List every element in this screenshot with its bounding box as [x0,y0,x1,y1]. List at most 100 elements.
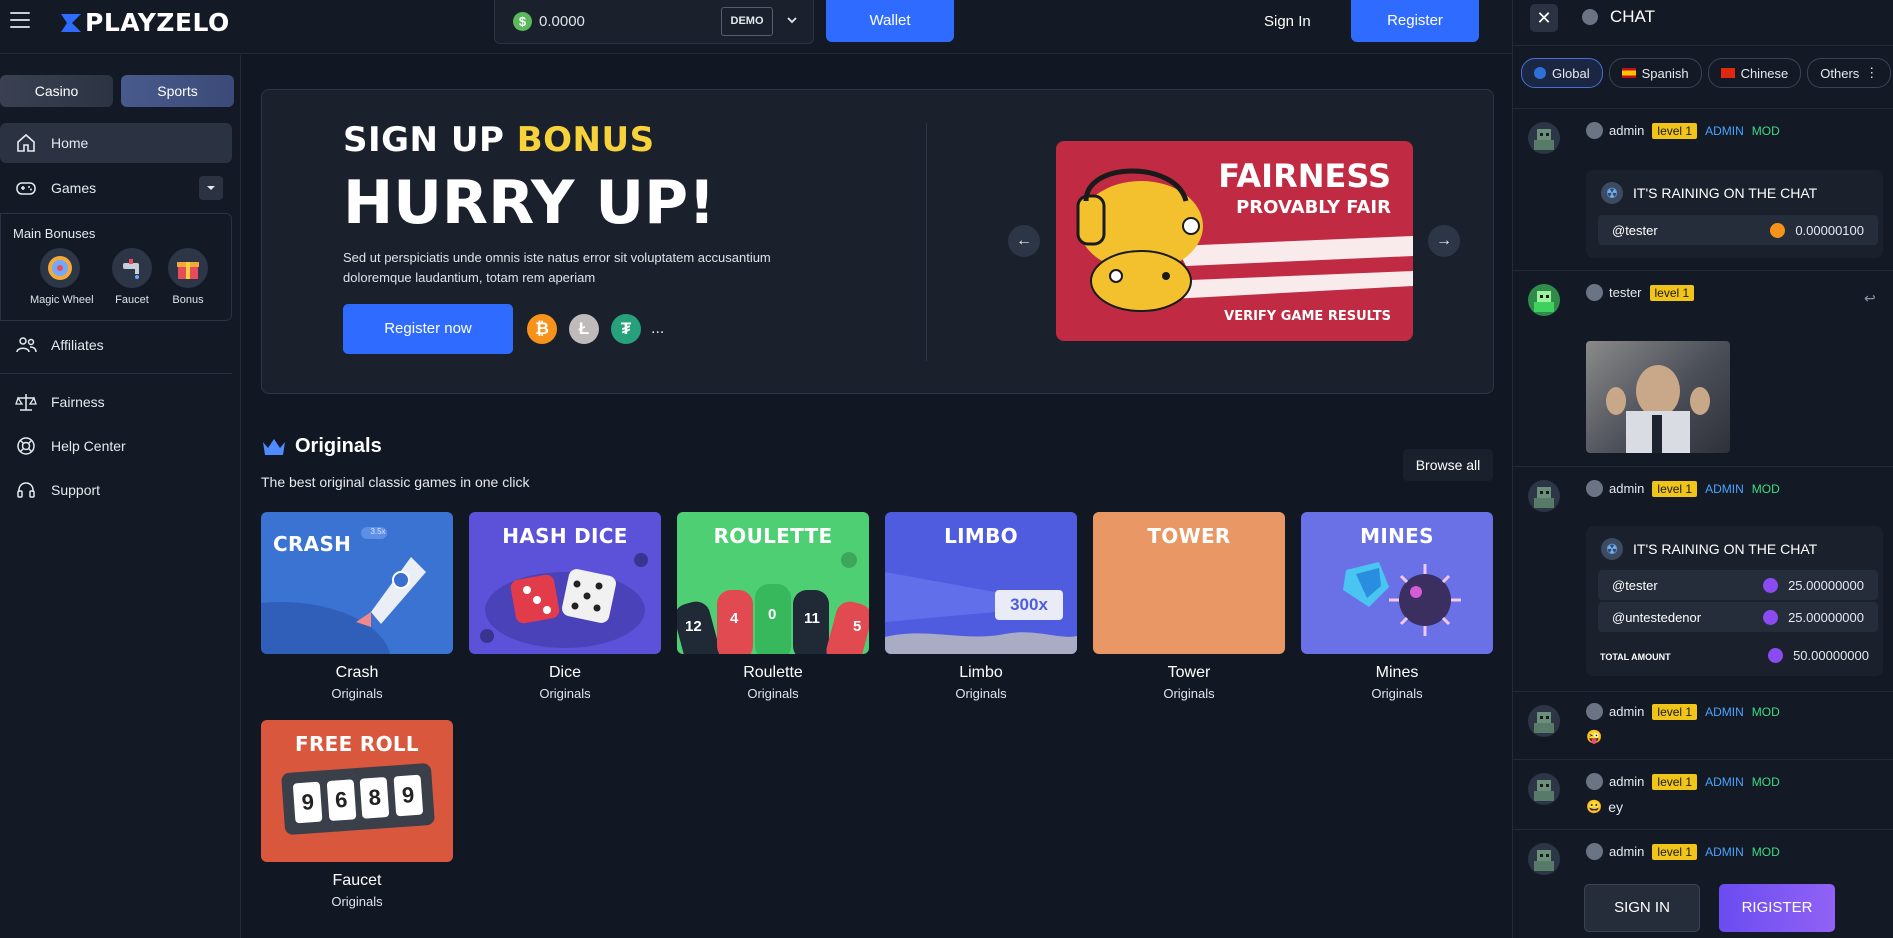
avatar[interactable] [1528,705,1560,737]
register-now-button[interactable]: Register now [343,304,513,354]
user-badge-icon [1586,480,1603,497]
more-currencies: ... [651,320,665,337]
emoji: 😜 [1586,729,1603,744]
amount-value: 50.00000000 [1793,648,1869,663]
game-card-dice[interactable]: HASH DICE Dice Originals [469,512,661,701]
bonus-faucet[interactable]: Faucet [102,248,162,306]
mod-badge: MOD [1751,844,1780,859]
litecoin-icon: Ł [569,314,599,344]
chevron-down-icon[interactable] [785,13,799,27]
scales-icon [15,391,37,413]
game-name: Tower [1167,664,1211,681]
sidebar-item-support[interactable]: Support [0,470,232,510]
sidebar-item-home[interactable]: Home [0,123,232,163]
level-badge: level 1 [1649,284,1695,301]
avatar[interactable] [1528,773,1560,805]
coin-icon [1763,578,1779,593]
game-thumbnail: CRASH 3.5x [261,512,453,654]
mod-badge: MOD [1751,774,1780,789]
rain-user[interactable]: @tester [1612,223,1658,238]
tab-chinese[interactable]: Chinese [1707,58,1802,88]
game-card-tower[interactable]: TOWER Tower Originals [1093,512,1285,701]
bonus-gift[interactable]: Bonus [158,248,218,306]
chat-sign-in-button[interactable]: SIGN IN [1584,884,1700,932]
originals-subtitle: The best original classic games in one c… [261,474,530,490]
crown-icon [263,438,285,455]
slot-digit: 9 [293,781,323,824]
tab-global[interactable]: Global [1521,58,1603,88]
user-badge-icon [1586,843,1603,860]
game-thumb-title: FREE ROLL [295,732,419,756]
logo[interactable]: PLAYZELO [60,8,230,37]
sidebar-item-games[interactable]: Games [0,168,232,208]
sign-in-button[interactable]: Sign In [1264,13,1311,30]
close-icon[interactable]: ✕ [1530,4,1558,32]
slide-subtitle: PROVABLY FAIR [1236,197,1391,218]
menu-icon[interactable] [10,12,30,30]
message-text: 😜 [1586,729,1608,745]
avatar[interactable] [1528,284,1560,316]
chat-title: CHAT [1610,7,1656,26]
username[interactable]: tester [1609,285,1642,300]
admin-badge: ADMIN [1705,123,1744,138]
message-meta: tester level 1 [1586,284,1702,301]
message-body: ey [1608,799,1623,815]
demo-mode-button[interactable]: DEMO [721,7,773,36]
rain-user[interactable]: @untestedenor [1612,610,1701,625]
level-badge: level 1 [1652,122,1698,139]
sidebar-item-label: Support [51,482,101,498]
tab-sports[interactable]: Sports [121,75,234,107]
main-bonuses-panel: Main Bonuses Magic Wheel Faucet Bonus [0,213,232,321]
game-card-mines[interactable]: MINES Mines Originals [1301,512,1493,701]
game-thumb-title: TOWER [1147,524,1231,548]
game-name: Dice [548,664,581,681]
gift-icon [168,248,208,288]
emoji: 😀 [1586,799,1603,814]
chevron-down-icon[interactable] [199,176,223,200]
rain-card: ☢ IT'S RAINING ON THE CHAT @tester 25.000… [1586,526,1883,676]
username[interactable]: admin [1609,844,1644,859]
avatar[interactable] [1528,122,1560,154]
game-card-limbo[interactable]: LIMBO 300x Limbo Originals [885,512,1077,701]
game-card-roulette[interactable]: ROULETTE 12 4 0 11 5 Roulette Originals [677,512,869,701]
sidebar-item-help-center[interactable]: Help Center [0,426,232,466]
game-card-faucet[interactable]: FREE ROLL 9 6 8 9 Faucet Originals [261,720,453,909]
game-card-crash[interactable]: CRASH 3.5x Crash Originals [261,512,453,701]
main-content: SIGN UP BONUS HURRY UP! Sed ut perspicia… [242,55,1512,938]
browse-all-button[interactable]: Browse all [1403,449,1493,481]
sidebar-item-label: Help Center [51,438,126,454]
rain-title: ☢ IT'S RAINING ON THE CHAT [1601,182,1817,204]
rain-user[interactable]: @tester [1612,578,1658,593]
users-icon [15,334,37,356]
reply-icon[interactable]: ↩ [1864,290,1880,306]
tab-casino[interactable]: Casino [0,75,113,107]
sidebar-item-fairness[interactable]: Fairness [0,382,232,422]
tab-spanish[interactable]: Spanish [1608,58,1702,88]
bonus-label: Faucet [115,294,149,306]
sidebar-item-label: Games [51,180,97,196]
arrow-right-icon[interactable]: → [1428,225,1460,257]
tab-label: Spanish [1641,65,1689,81]
limbo-multiplier: 300x [995,590,1063,620]
game-thumbnail: HASH DICE [469,512,661,654]
bonus-magic-wheel[interactable]: Magic Wheel [30,248,94,306]
avatar[interactable] [1528,480,1560,512]
register-button[interactable]: Register [1351,0,1479,42]
tether-icon: ₮ [611,314,641,344]
username[interactable]: admin [1609,704,1644,719]
username[interactable]: admin [1609,481,1644,496]
rain-amount: 25.00000000 [1763,578,1864,593]
arrow-left-icon[interactable]: ← [1008,225,1040,257]
avatar[interactable] [1528,843,1560,875]
fairness-slide[interactable]: FAIRNESS PROVABLY FAIR VERIFY GAME RESUL… [1056,141,1413,341]
tab-others[interactable]: Others ⋮ [1807,58,1892,88]
level-badge: level 1 [1652,703,1698,720]
gamepad-icon [15,177,37,199]
username[interactable]: admin [1609,774,1644,789]
username[interactable]: admin [1609,123,1644,138]
gif-image [1586,341,1730,453]
game-thumbnail: LIMBO 300x [885,512,1077,654]
chat-register-button[interactable]: RIGISTER [1719,884,1835,932]
wallet-button[interactable]: Wallet [826,0,954,42]
sidebar-item-affiliates[interactable]: Affiliates [0,325,232,365]
